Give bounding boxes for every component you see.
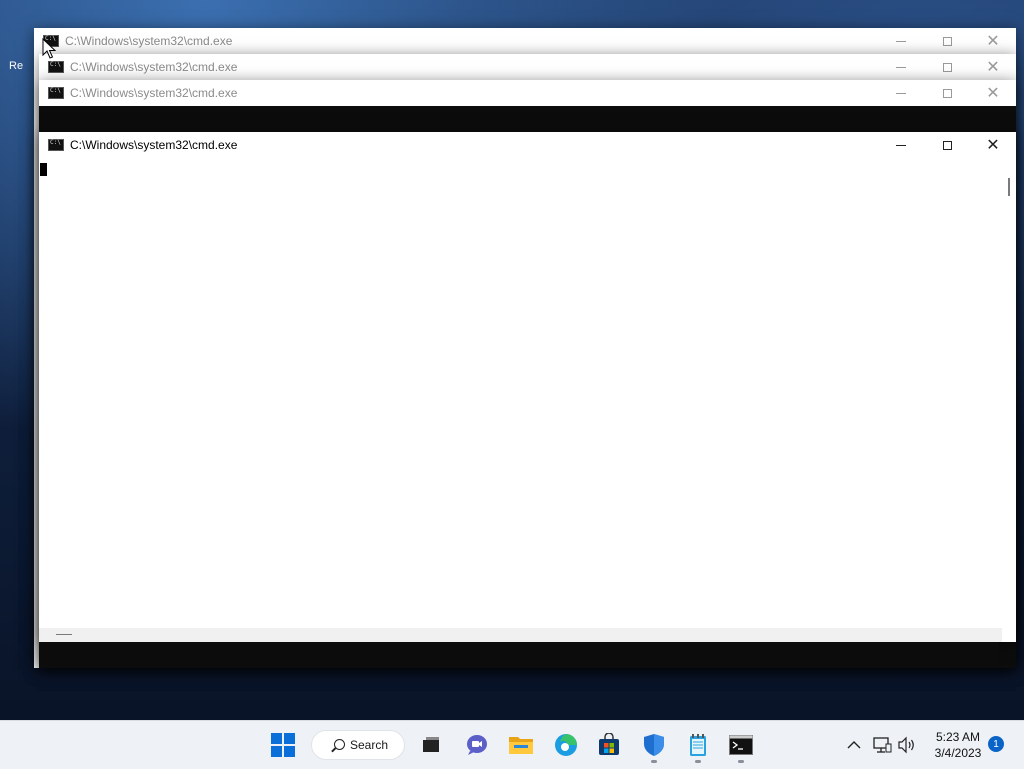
maximize-icon [942,36,952,46]
notepad-icon [690,734,706,756]
minimize-button[interactable] [878,132,924,158]
close-icon: ✕ [986,57,1000,76]
close-icon: ✕ [986,31,1000,50]
close-icon: ✕ [986,135,1000,154]
store-button[interactable] [593,729,625,761]
store-icon [599,733,619,755]
minimize-icon [896,40,906,42]
title-bar[interactable]: C:\Windows\system32\cmd.exe ✕ [39,80,1016,106]
search-icon [334,739,345,750]
scrollbar-thumb[interactable] [56,634,72,635]
text-cursor [40,163,47,176]
start-button[interactable] [267,729,299,761]
task-view-icon [423,737,439,752]
cmd-icon [729,735,753,755]
title-bar[interactable]: C:\Windows\system32\cmd.exe ✕ [39,54,1016,80]
minimize-icon [896,66,906,68]
window-title: C:\Windows\system32\cmd.exe [65,34,233,48]
maximize-button[interactable] [924,28,970,54]
console-area[interactable] [39,158,1002,628]
running-indicator [695,760,701,763]
maximize-button[interactable] [924,80,970,106]
window-title: C:\Windows\system32\cmd.exe [70,86,238,100]
volume-button[interactable] [891,729,923,761]
scrollbar-thumb[interactable] [1008,178,1010,196]
maximize-icon [942,88,952,98]
minimize-button[interactable] [878,80,924,106]
vertical-scrollbar[interactable] [1002,158,1016,628]
search-label: Search [350,738,389,752]
task-view-button[interactable] [415,729,447,761]
edge-icon [555,734,577,756]
minimize-button[interactable] [878,54,924,80]
close-button[interactable]: ✕ [970,80,1016,106]
window-title: C:\Windows\system32\cmd.exe [70,138,238,152]
background-console-strip [39,642,999,666]
close-icon: ✕ [986,83,1000,102]
file-explorer-button[interactable] [505,729,537,761]
chat-button[interactable] [461,729,493,761]
notepad-button[interactable] [682,729,714,763]
defender-icon [644,734,664,756]
title-bar[interactable]: C:\Windows\system32\cmd.exe ✕ [39,132,1016,158]
close-button[interactable]: ✕ [970,54,1016,80]
minimize-icon [896,144,906,146]
running-indicator [651,760,657,763]
clock-time: 5:23 AM [935,730,981,744]
taskbar-search-box[interactable]: Search [311,730,405,760]
notification-badge[interactable]: 1 [988,736,1004,752]
edge-button[interactable] [550,729,582,761]
volume-icon [898,736,914,754]
windows-logo-icon [271,733,295,757]
clock-date: 3/4/2023 [934,746,982,760]
desktop-label-fragment: Re [9,60,24,72]
title-bar[interactable]: C:\Windows\system32\cmd.exe ✕ [34,28,1016,54]
file-explorer-icon [509,737,533,754]
chat-icon [467,735,487,755]
maximize-button[interactable] [924,132,970,158]
minimize-icon [896,92,906,94]
close-button[interactable]: ✕ [970,132,1016,158]
chevron-up-icon [847,741,861,749]
close-button[interactable]: ✕ [970,28,1016,54]
horizontal-scrollbar[interactable] [39,628,1002,642]
running-indicator [738,760,744,763]
network-icon [873,737,892,753]
minimize-button[interactable] [878,28,924,54]
taskbar: Search 5:23 AM 3/4/2023 [0,720,1024,769]
cmd-icon [48,61,64,73]
maximize-icon [942,62,952,72]
clock[interactable]: 5:23 AM 3/4/2023 [928,729,988,761]
cmd-taskbar-button[interactable] [725,729,757,763]
maximize-button[interactable] [924,54,970,80]
mouse-pointer-icon [42,38,56,59]
security-button[interactable] [638,729,670,763]
maximize-icon [942,140,952,150]
cmd-icon [48,87,64,99]
cmd-window-active[interactable]: C:\Windows\system32\cmd.exe ✕ [39,132,1016,642]
cmd-icon [48,139,64,151]
window-title: C:\Windows\system32\cmd.exe [70,60,238,74]
